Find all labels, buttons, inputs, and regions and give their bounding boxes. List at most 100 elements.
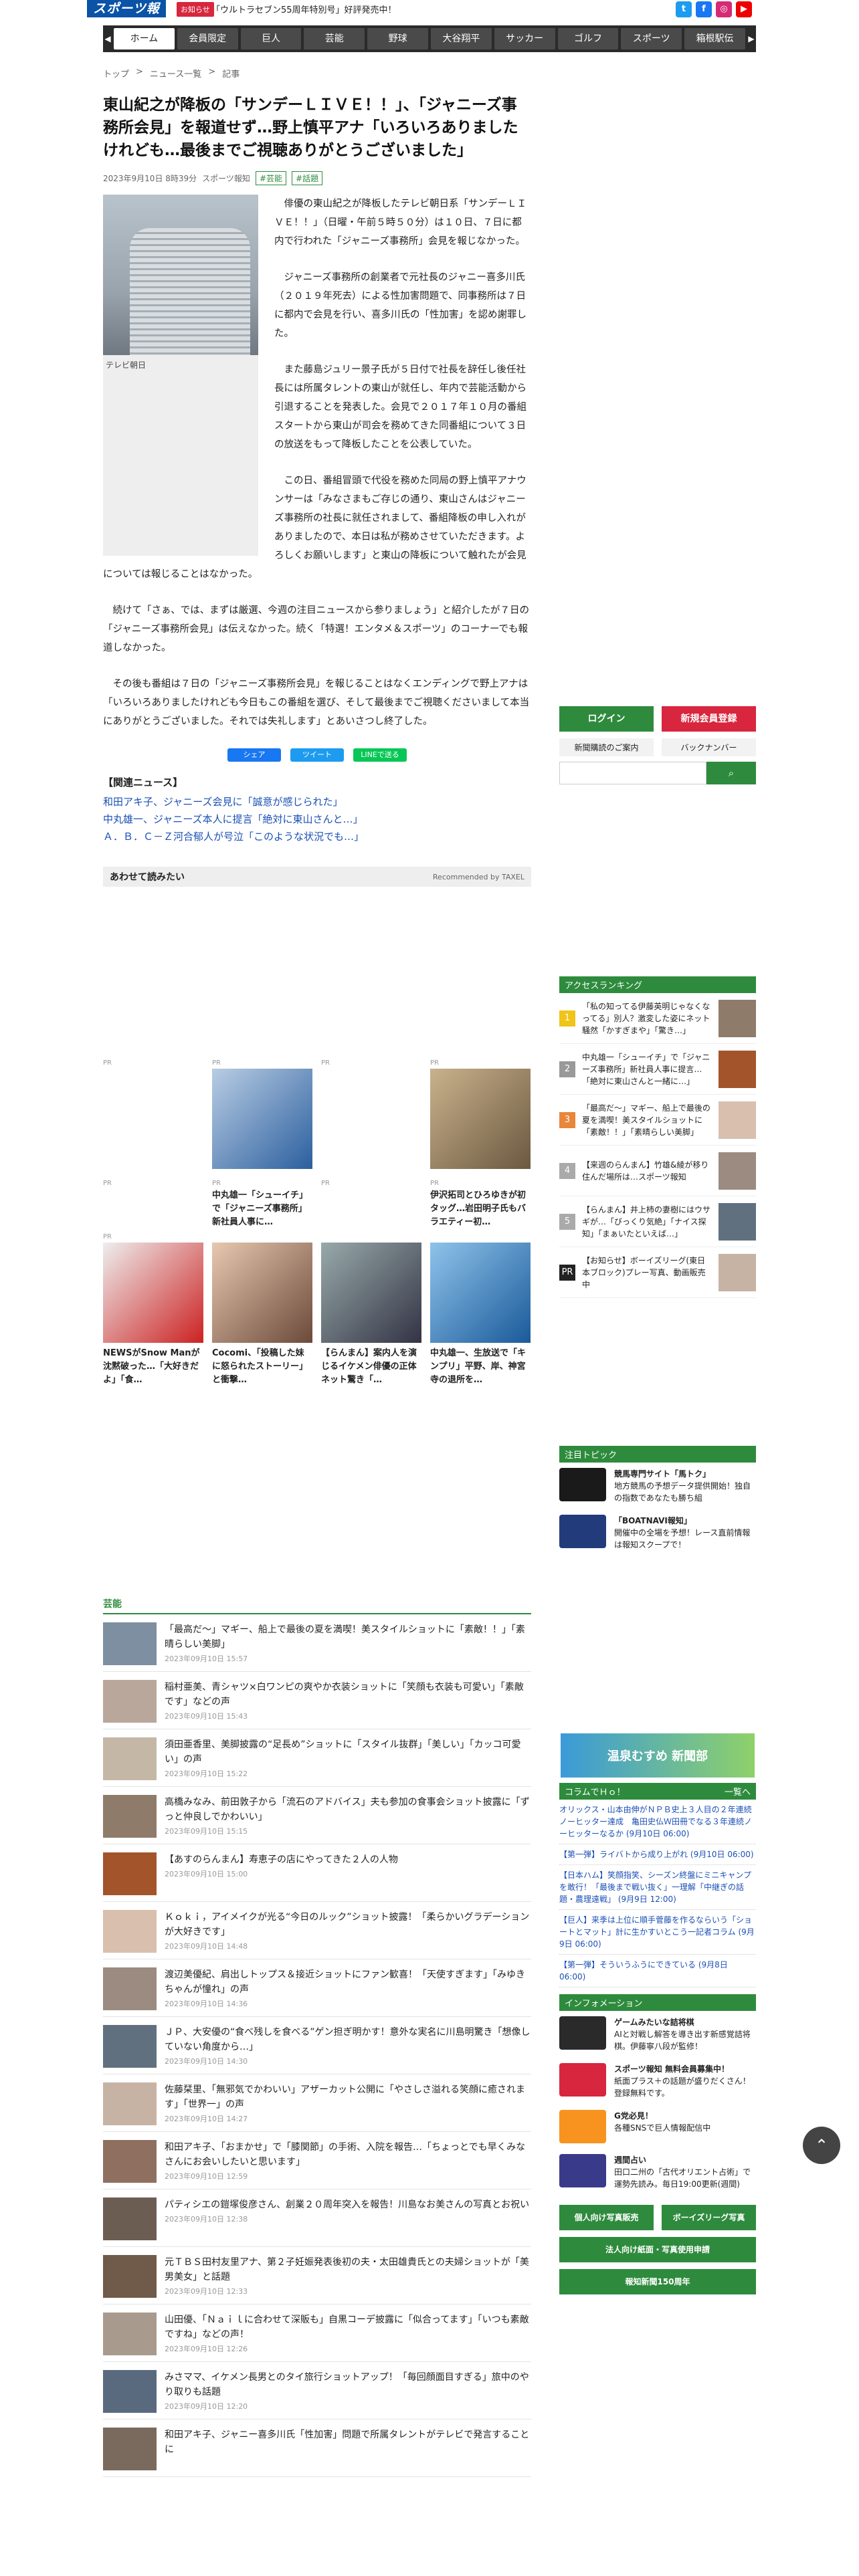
list-item[interactable]: 山田優、「Ｎａｉｌに合わせて深販も」自黒コーデ披露に「似合ってます」「いつも素敵… (103, 2304, 531, 2362)
info-item[interactable]: G党必見！ 各種SNSで巨人情報配信中 (559, 2105, 756, 2149)
notice-link[interactable]: 「ウルトラセブン55周年特別号」好評発売中！ (211, 3, 397, 15)
nav-item-members[interactable]: 会員限定 (177, 28, 238, 49)
article-source: スポーツ報知 (202, 174, 250, 183)
list-item[interactable]: 高橋みなみ、前田敦子から「流石のアドバイス」夫も参加の食事会ショット披露に「ずっ… (103, 1787, 531, 1844)
facebook-icon[interactable]: f (696, 1, 712, 17)
ranking-item[interactable]: PR 【お知らせ】ボーイズリーグ(東日本ブロック)プレー写真、動画販売中 (559, 1247, 756, 1298)
pr-item[interactable]: 中丸雄一、生放送で「キンプリ」平野、岸、神宮寺の退所を… (430, 1230, 531, 1387)
list-item[interactable]: 和田アキ子、「おまかせ」で「膝関節」の手術、入院を報告…「ちょっとでも早くみなさ… (103, 2132, 531, 2189)
pr-item[interactable]: PR (103, 1177, 203, 1229)
news-date: 2023年09月10日 12:26 (165, 2345, 248, 2353)
list-item[interactable]: 須田亜香里、美脚披露の“足長め”ショットに「スタイル抜群」「美しい」「カッコ可愛… (103, 1729, 531, 1787)
nav-item-home[interactable]: ホーム (114, 28, 175, 49)
related-news-link[interactable]: 和田アキ子、ジャニーズ会見に「誠意が感じられた」 (103, 793, 531, 811)
list-item[interactable]: 稲村亜美、青シャツ×白ワンピの爽やか衣装ショットに「笑顔も衣装も可愛い」「素敵で… (103, 1672, 531, 1729)
back-to-top-icon[interactable]: ⌃ (803, 2127, 840, 2164)
list-item[interactable]: パティシエの鎧塚俊彦さん、創業２０周年突入を報告！川島なお美さんの写真とお祝い 2… (103, 2189, 531, 2247)
article-date: 2023年9月10日 8時39分 (103, 174, 197, 183)
tag-topic[interactable]: #話題 (292, 171, 323, 185)
breadcrumb-top[interactable]: トップ (103, 67, 129, 80)
backnumber-link[interactable]: バックナンバー (662, 738, 756, 756)
article-photo[interactable]: テレビ朝日 (103, 195, 258, 556)
twitter-share-button[interactable]: ツイート (290, 748, 344, 762)
pr-item[interactable]: PR 中丸雄一「シューイチ」で「ジャニーズ事務所」新社員人事に… (212, 1177, 312, 1229)
pr-item[interactable]: PR NEWSがSnow Manが沈黙破った…「大好きだよ」「食… (103, 1230, 203, 1387)
related-news-link[interactable]: Ａ．Ｂ．Ｃ－Ｚ河合郁人が号泣「このような状況でも…」 (103, 828, 531, 845)
youtube-icon[interactable]: ▶ (736, 1, 752, 17)
line-share-button[interactable]: LINEで送る (353, 748, 407, 762)
pr-item[interactable]: PR (321, 1177, 421, 1229)
news-title: 須田亜香里、美脚披露の“足長め”ショットに「スタイル抜群」「美しい」「カッコ可愛… (165, 1739, 521, 1765)
search-input[interactable] (559, 762, 706, 784)
tag-entertainment[interactable]: #芸能 (255, 171, 287, 185)
onsen-musume-banner[interactable]: 温泉むすめ 新聞部 (559, 1732, 756, 1779)
list-item[interactable]: 渡辺美優紀、肩出しトップス＆接近ショットにファン歓喜！「天使すぎます」「みゆきち… (103, 1959, 531, 2017)
ranking-title: 「最高だ〜」マギー、船上で最後の夏を満喫！美スタイルショットに「素敵！！」「素晴… (582, 1103, 710, 1137)
nav-item-soccer[interactable]: サッカー (494, 28, 555, 49)
nav-item-hakone[interactable]: 箱根駅伝 (684, 28, 745, 49)
article: 東山紀之が降板の「サンデーＬＩＶＥ！！」、「ジャニーズ事務所会見」を報道せず…野… (103, 94, 531, 887)
column-link[interactable]: 【第一弾】ライバトから成り上がれ (9月10日 06:00) (559, 1844, 756, 1865)
list-item[interactable]: Ｋｏｋｉ，アイメイクが光る“今日のルック”ショット披露！「柔らかいグラデーション… (103, 1902, 531, 1959)
list-item[interactable]: 佐藤栞里、「無邪気でかわいい」アザーカット公開に「やさしさ溢れる笑顔に癒されます… (103, 2074, 531, 2132)
search-icon[interactable]: ⌕ (706, 762, 756, 784)
list-item[interactable]: みさママ、イケメン長男とのタイ旅行ショットアップ！「毎回顔面目すぎる」旅中のやり… (103, 2362, 531, 2420)
breadcrumb-news[interactable]: ニュース一覧 (150, 67, 201, 80)
list-item[interactable]: 和田アキ子、ジャニー喜多川氏「性加害」問題で所属タレントがテレビで発言することに (103, 2420, 531, 2477)
boys-league-photo-button[interactable]: ボーイズリーグ写真 (662, 2205, 756, 2230)
topic-item[interactable]: 競馬専門サイト「馬トク」 地方競馬の予想データ提供開始！独自の指数であなたも勝ち組 (559, 1463, 756, 1509)
list-item[interactable]: 【あすのらんまん】寿恵子の店にやってきた２人の人物 2023年09月10日 15:… (103, 1844, 531, 1902)
column-link[interactable]: 【巨人】来季は上位に順手菅藤を作るならいう「ショートとマット」計に生かすいとこう… (559, 1910, 756, 1955)
nav-item-entertainment[interactable]: 芸能 (304, 28, 365, 49)
news-title: 高橋みなみ、前田敦子から「流石のアドバイス」夫も参加の食事会ショット披露に「ずっ… (165, 1797, 530, 1822)
related-news-link[interactable]: 中丸雄一、ジャニーズ本人に提言「絶対に東山さんと…」 (103, 811, 531, 828)
login-button[interactable]: ログイン (559, 706, 654, 732)
register-button[interactable]: 新規会員登録 (662, 706, 756, 732)
instagram-icon[interactable]: ◎ (716, 1, 732, 17)
subscribe-link[interactable]: 新聞購読のご案内 (559, 738, 654, 756)
news-thumbnail (103, 1680, 157, 1723)
column-link[interactable]: 【第一弾】そういうふうにできている (9月8日 06:00) (559, 1955, 756, 1988)
ranking-title: 中丸雄一「シューイチ」で「ジャニーズ事務所」新社員人事に提言…「絶対に東山さんと… (582, 1052, 710, 1086)
info-item[interactable]: ゲームみたいな詰将棋 AIと対戦し解答を導き出す新感覚詰将棋。伊藤寧八段が監修！ (559, 2011, 756, 2058)
pr-item[interactable]: PR (321, 1057, 421, 1173)
global-nav: ◀ ホーム 会員限定 巨人 芸能 野球 大谷翔平 サッカー ゴルフ スポーツ 箱… (103, 25, 756, 52)
list-item[interactable]: 元ＴＢＳ田村友里アナ、第２子妊娠発表後初の夫・太田雄貴氏との夫婦ショットが「美男… (103, 2247, 531, 2304)
pr-item[interactable]: Cocomi、「投稿した妹に怒られたストーリー」と衝撃… (212, 1230, 312, 1387)
nav-prev-arrow-icon[interactable]: ◀ (103, 34, 112, 43)
photo-sales-button[interactable]: 個人向け写真販売 (559, 2205, 654, 2230)
nav-item-ohtani[interactable]: 大谷翔平 (430, 28, 492, 49)
nav-item-giants[interactable]: 巨人 (240, 28, 302, 49)
pr-item[interactable]: PR (103, 1057, 203, 1173)
info-icon (559, 2110, 606, 2143)
column-link[interactable]: オリックス・山本由伸がＮＰＢ史上３人目の２年連続ノーヒッター達成 亀田史仏Ｗ田冊… (559, 1800, 756, 1844)
facebook-share-button[interactable]: シェア (227, 748, 281, 762)
ranking-title: 【らんまん】井上柿の妻樹にはウサギが…「びっくり気絶」「ナイス探知」「まぁいたと… (582, 1204, 711, 1239)
twitter-icon[interactable]: t (676, 1, 692, 17)
list-item[interactable]: 「最高だ〜」マギー、船上で最後の夏を満喫！美スタイルショットに「素敵！！」「素晴… (103, 1614, 531, 1672)
column-link[interactable]: 【日本ハム】笑顔指笑、シーズン終盤にミニキャンプを敢行！「最後まで戦い抜く」一理… (559, 1865, 756, 1910)
pr-item[interactable]: PR (212, 1057, 312, 1173)
pr-item[interactable]: PR (430, 1057, 531, 1173)
info-item[interactable]: スポーツ報知 無料会員募集中！ 紙面プラス＋の話題が盛りだくさん！登録無料です。 (559, 2058, 756, 2105)
topic-item[interactable]: 「BOATNAVI報知」 開催中の全場を予想！レース直前情報は報知スクープで！ (559, 1509, 756, 1556)
info-item[interactable]: 週間占い 田口二州の「古代オリエント占術」で運勢先読み。毎日19:00更新(週間) (559, 2149, 756, 2195)
list-item[interactable]: ＪＰ、大安優の“食べ残しを食べる”ゲン担ぎ明かす！意外な実名に川島明驚き「想像し… (103, 2017, 531, 2074)
article-paragraph: その後も番組は７日の「ジャニーズ事務所会見」を報じることはなくエンディングで野上… (103, 679, 530, 727)
ranking-item[interactable]: 3 「最高だ〜」マギー、船上で最後の夏を満喫！美スタイルショットに「素敵！！」「素… (559, 1095, 756, 1146)
pr-item[interactable]: PR 伊沢拓司とひろゆきが初タッグ…岩田明子氏もバラエティー初… (430, 1177, 531, 1229)
nav-item-golf[interactable]: ゴルフ (557, 28, 619, 49)
corporate-request-button[interactable]: 法人向け紙面・写真使用申請 (559, 2237, 756, 2262)
nav-item-sports[interactable]: スポーツ (621, 28, 682, 49)
ranking-item[interactable]: 2 中丸雄一「シューイチ」で「ジャニーズ事務所」新社員人事に提言…「絶対に東山さん… (559, 1044, 756, 1095)
ranking-item[interactable]: 4 【来週のらんまん】竹雄&綾が移り住んだ場所は…スポーツ報知 (559, 1146, 756, 1196)
hochi-150th-button[interactable]: 報知新聞150周年 (559, 2269, 756, 2294)
ranking-item[interactable]: 1 「私の知ってる伊藤英明じゃなくなってる」別人？激変した姿にネット騒然「かすぎま… (559, 993, 756, 1044)
pr-grid-row: PR PR 中丸雄一「シューイチ」で「ジャニーズ事務所」新社員人事に… PR PR… (103, 1177, 531, 1229)
nav-next-arrow-icon[interactable]: ▶ (747, 34, 756, 43)
column-heading: コラムでＨｏ！ 一覧へ (559, 1783, 756, 1800)
site-logo[interactable]: スポーツ報知 (87, 0, 166, 33)
pr-item[interactable]: 【らんまん】案内人を演じるイケメン俳優の正体 ネット驚き「… (321, 1230, 421, 1387)
ranking-item[interactable]: 5 【らんまん】井上柿の妻樹にはウサギが…「びっくり気絶」「ナイス探知」「まぁいた… (559, 1196, 756, 1247)
nav-item-baseball[interactable]: 野球 (367, 28, 428, 49)
